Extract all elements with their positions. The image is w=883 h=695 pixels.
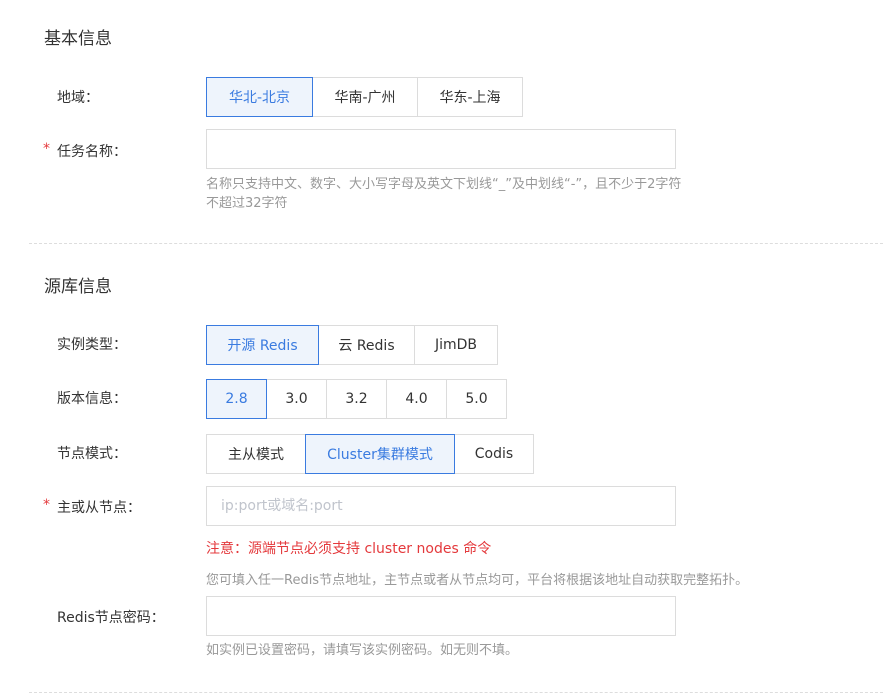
section-divider bbox=[29, 243, 883, 244]
section-title-basic: 基本信息 bbox=[44, 29, 112, 49]
version-option-3-0[interactable]: 3.0 bbox=[266, 379, 327, 419]
task-name-input[interactable] bbox=[206, 129, 676, 169]
version-option-3-2[interactable]: 3.2 bbox=[326, 379, 387, 419]
region-option-shanghai[interactable]: 华东-上海 bbox=[417, 77, 523, 117]
task-name-label: 任务名称： bbox=[57, 144, 127, 160]
password-label: Redis节点密码： bbox=[57, 610, 165, 626]
version-option-5-0[interactable]: 5.0 bbox=[446, 379, 507, 419]
instance-type-option-jimdb[interactable]: JimDB bbox=[414, 325, 498, 365]
region-option-guangzhou[interactable]: 华南-广州 bbox=[312, 77, 418, 117]
region-label: 地域： bbox=[57, 90, 99, 106]
node-mode-label: 节点模式： bbox=[57, 446, 127, 462]
instance-type-label: 实例类型： bbox=[57, 337, 127, 353]
password-hint: 如实例已设置密码，请填写该实例密码。如无则不填。 bbox=[206, 643, 519, 658]
password-input[interactable] bbox=[206, 596, 676, 636]
section-divider bbox=[29, 692, 883, 693]
node-mode-option-codis[interactable]: Codis bbox=[454, 434, 534, 474]
instance-type-selector: 开源 Redis 云 Redis JimDB bbox=[206, 325, 498, 365]
version-option-4-0[interactable]: 4.0 bbox=[386, 379, 447, 419]
region-option-beijing[interactable]: 华北-北京 bbox=[206, 77, 313, 117]
region-selector: 华北-北京 华南-广州 华东-上海 bbox=[206, 77, 523, 117]
node-mode-option-cluster[interactable]: Cluster集群模式 bbox=[305, 434, 455, 474]
node-address-hint: 您可填入任一Redis节点地址，主节点或者从节点均可，平台将根据该地址自动获取完… bbox=[206, 573, 749, 588]
node-mode-option-master-slave[interactable]: 主从模式 bbox=[206, 434, 306, 474]
version-selector: 2.8 3.0 3.2 4.0 5.0 bbox=[206, 379, 507, 419]
task-name-hint-line1: 名称只支持中文、数字、大小写字母及英文下划线“_”及中划线“-”，且不少于2字符 bbox=[206, 177, 682, 192]
instance-type-option-open-redis[interactable]: 开源 Redis bbox=[206, 325, 319, 365]
task-name-hint-line2: 不超过32字符 bbox=[206, 196, 288, 211]
section-title-source: 源库信息 bbox=[44, 277, 112, 297]
node-address-warning: 注意：源端节点必须支持 cluster nodes 命令 bbox=[206, 541, 492, 557]
required-mark: * bbox=[43, 141, 50, 157]
node-address-label: 主或从节点： bbox=[57, 500, 141, 516]
version-option-2-8[interactable]: 2.8 bbox=[206, 379, 267, 419]
required-mark: * bbox=[43, 497, 50, 513]
instance-type-option-cloud-redis[interactable]: 云 Redis bbox=[318, 325, 415, 365]
version-label: 版本信息： bbox=[57, 391, 127, 407]
node-mode-selector: 主从模式 Cluster集群模式 Codis bbox=[206, 434, 534, 474]
node-address-input[interactable] bbox=[206, 486, 676, 526]
